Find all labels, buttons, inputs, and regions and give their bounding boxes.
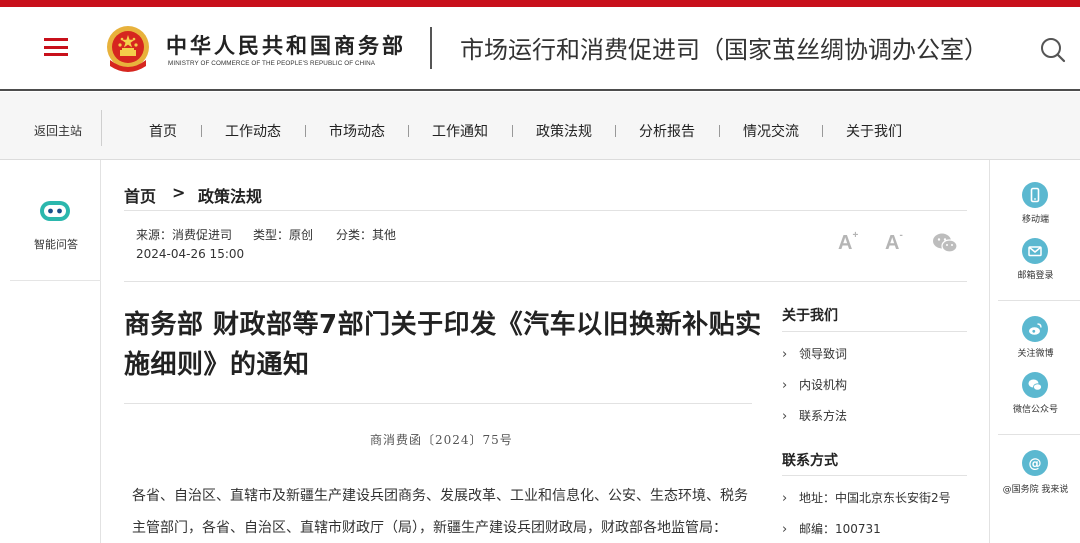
nav-item-home[interactable]: 首页 — [149, 121, 177, 141]
font-size-increase-button[interactable]: A+ — [838, 230, 858, 255]
font-size-decrease-label: A — [885, 232, 900, 254]
contact-postcode-text: 邮编：100731 — [799, 522, 881, 536]
sidebar-divider — [782, 331, 967, 332]
sidebar-item-label: 内设机构 — [799, 378, 848, 392]
sidebar-item-departments[interactable]: › 内设机构 — [782, 376, 847, 393]
smart-qa-label[interactable]: 智能问答 — [34, 236, 78, 252]
mail-icon[interactable] — [1022, 238, 1048, 264]
sidebar-item-label: 联系方法 — [799, 409, 848, 423]
brand-name-chinese[interactable]: 中华人民共和国商务部 — [166, 30, 406, 60]
nav-divider — [101, 110, 102, 146]
font-size-increase-label: A — [838, 232, 853, 254]
search-icon[interactable] — [1040, 37, 1066, 63]
department-title: 市场运行和消费促进司（国家茧丝绸协调办公室） — [460, 36, 988, 64]
wechat-official-label[interactable]: 微信公众号 — [990, 402, 1080, 415]
left-rail-divider — [10, 280, 101, 281]
nav-item-policies[interactable]: 政策法规 — [536, 121, 592, 141]
mobile-label[interactable]: 移动端 — [990, 212, 1080, 225]
nav-item-about-us[interactable]: 关于我们 — [846, 121, 902, 141]
sidebar-item-leader-speech[interactable]: › 领导致词 — [782, 345, 847, 362]
meta-divider — [124, 281, 967, 282]
right-rail-divider — [998, 434, 1080, 435]
contact-heading: 联系方式 — [782, 453, 838, 469]
article-date: 2024-04-26 15:00 — [136, 247, 245, 261]
nav-item-analysis-reports[interactable]: 分析报告 — [639, 121, 695, 141]
breadcrumb-home[interactable]: 首页 — [124, 183, 156, 207]
nav-item-market-news[interactable]: 市场动态 — [329, 121, 385, 141]
nav-separator — [822, 125, 823, 137]
state-council-feedback-label[interactable]: @国务院 我来说 — [990, 482, 1080, 495]
chevron-right-icon: › — [782, 378, 788, 393]
breadcrumb-separator: > — [172, 183, 186, 202]
nav-item-work-news[interactable]: 工作动态 — [225, 121, 281, 141]
article-title: 商务部 财政部等7部门关于印发《汽车以旧换新补贴实施细则》的通知 — [124, 310, 762, 380]
mail-login-label[interactable]: 邮箱登录 — [990, 268, 1080, 281]
nav-separator — [408, 125, 409, 137]
left-rail: 智能问答 — [0, 160, 101, 543]
weibo-icon[interactable] — [1022, 316, 1048, 342]
breadcrumb-divider — [124, 210, 967, 211]
nav-separator — [615, 125, 616, 137]
wechat-official-icon[interactable] — [1022, 372, 1048, 398]
back-to-main-site-link[interactable]: 返回主站 — [34, 122, 82, 139]
nav-separator — [201, 125, 202, 137]
right-rail: 移动端 邮箱登录 关注微博 微信公众号 @ @国务院 我来说 — [989, 160, 1080, 543]
svg-text:@: @ — [1029, 457, 1042, 472]
article-type: 类型：原创 — [253, 228, 314, 242]
national-emblem-icon[interactable] — [104, 24, 152, 74]
article-source: 来源：消费促进司 — [136, 228, 233, 242]
document-number: 商消费函〔2024〕75号 — [370, 433, 513, 447]
nav-separator — [305, 125, 306, 137]
title-divider — [124, 403, 752, 404]
nav-item-work-notices[interactable]: 工作通知 — [432, 121, 488, 141]
about-us-heading: 关于我们 — [782, 308, 838, 324]
contact-address: › 地址：中国北京东长安街2号 — [782, 489, 951, 506]
chevron-right-icon: › — [782, 409, 788, 424]
sidebar-divider — [782, 475, 967, 476]
chevron-right-icon: › — [782, 491, 788, 506]
article-category: 分类：其他 — [336, 228, 397, 242]
menu-icon[interactable] — [44, 38, 68, 56]
brand-name-english: MINISTRY OF COMMERCE OF THE PEOPLE'S REP… — [168, 60, 376, 67]
right-rail-divider — [998, 300, 1080, 301]
robot-icon[interactable] — [38, 198, 72, 224]
chevron-right-icon: › — [782, 347, 788, 362]
article-body-line: 各省、自治区、直辖市及新疆生产建设兵团商务、发展改革、工业和信息化、公安、生态环… — [132, 488, 748, 504]
site-header: 中华人民共和国商务部 MINISTRY OF COMMERCE OF THE P… — [0, 7, 1080, 91]
sidebar-item-contact-methods[interactable]: › 联系方法 — [782, 407, 847, 424]
wechat-share-icon[interactable] — [932, 232, 958, 254]
nav-item-exchange[interactable]: 情况交流 — [743, 121, 799, 141]
top-accent-bar — [0, 0, 1080, 7]
nav-separator — [719, 125, 720, 137]
sidebar-item-label: 领导致词 — [799, 347, 848, 361]
font-size-decrease-button[interactable]: A- — [885, 230, 903, 255]
header-divider — [430, 27, 432, 69]
main-nav: 返回主站 首页 工作动态 市场动态 工作通知 政策法规 分析报告 情况交流 关于… — [0, 92, 1080, 160]
article-body-line: 主管部门，各省、自治区、直辖市财政厅（局），新疆生产建设兵团财政局，财政部各地监… — [132, 520, 727, 536]
nav-separator — [512, 125, 513, 137]
contact-address-text: 地址：中国北京东长安街2号 — [799, 491, 951, 505]
contact-postcode: › 邮编：100731 — [782, 520, 881, 537]
breadcrumb-current[interactable]: 政策法规 — [198, 183, 262, 207]
chevron-right-icon: › — [782, 522, 788, 537]
mobile-icon[interactable] — [1022, 182, 1048, 208]
at-icon[interactable]: @ — [1022, 450, 1048, 476]
weibo-label[interactable]: 关注微博 — [990, 346, 1080, 359]
